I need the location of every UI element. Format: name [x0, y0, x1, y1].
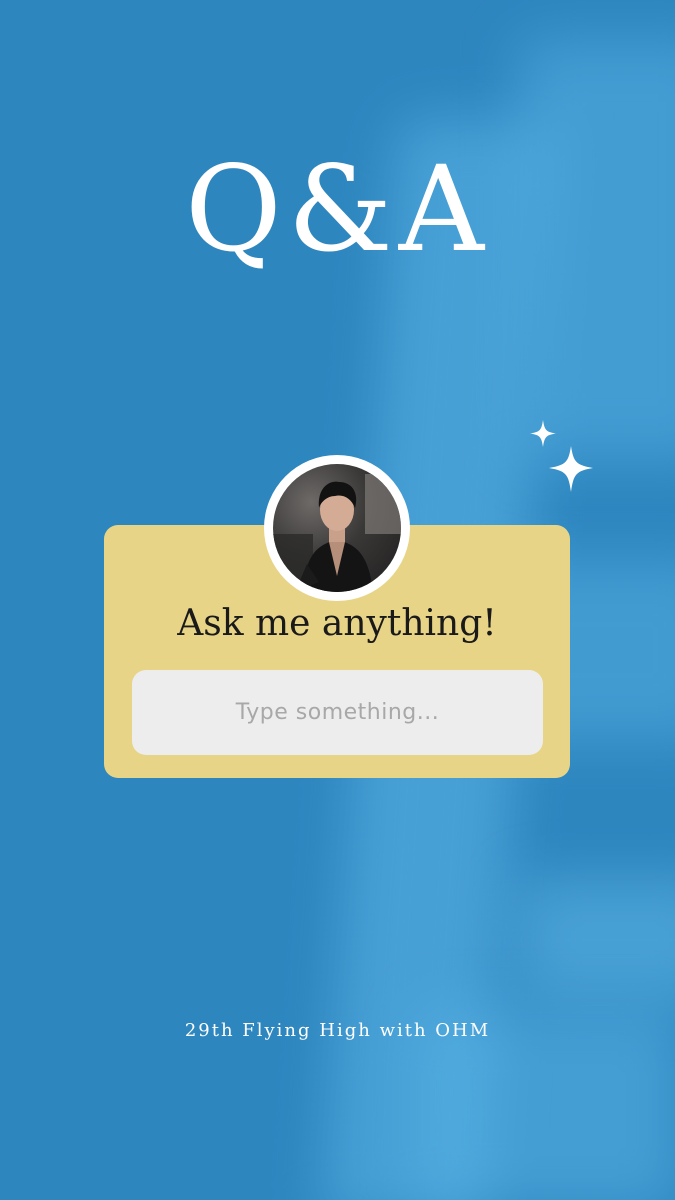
- page-title: Q&A: [185, 140, 490, 278]
- sparkle-icon: [525, 418, 600, 498]
- light-streak: [520, 880, 675, 1000]
- card-heading: Ask me anything!: [177, 603, 497, 644]
- question-input[interactable]: [132, 670, 543, 755]
- avatar: [264, 455, 410, 601]
- profile-photo: [273, 464, 401, 592]
- footer-caption: 29th Flying High with OHM: [184, 1020, 491, 1041]
